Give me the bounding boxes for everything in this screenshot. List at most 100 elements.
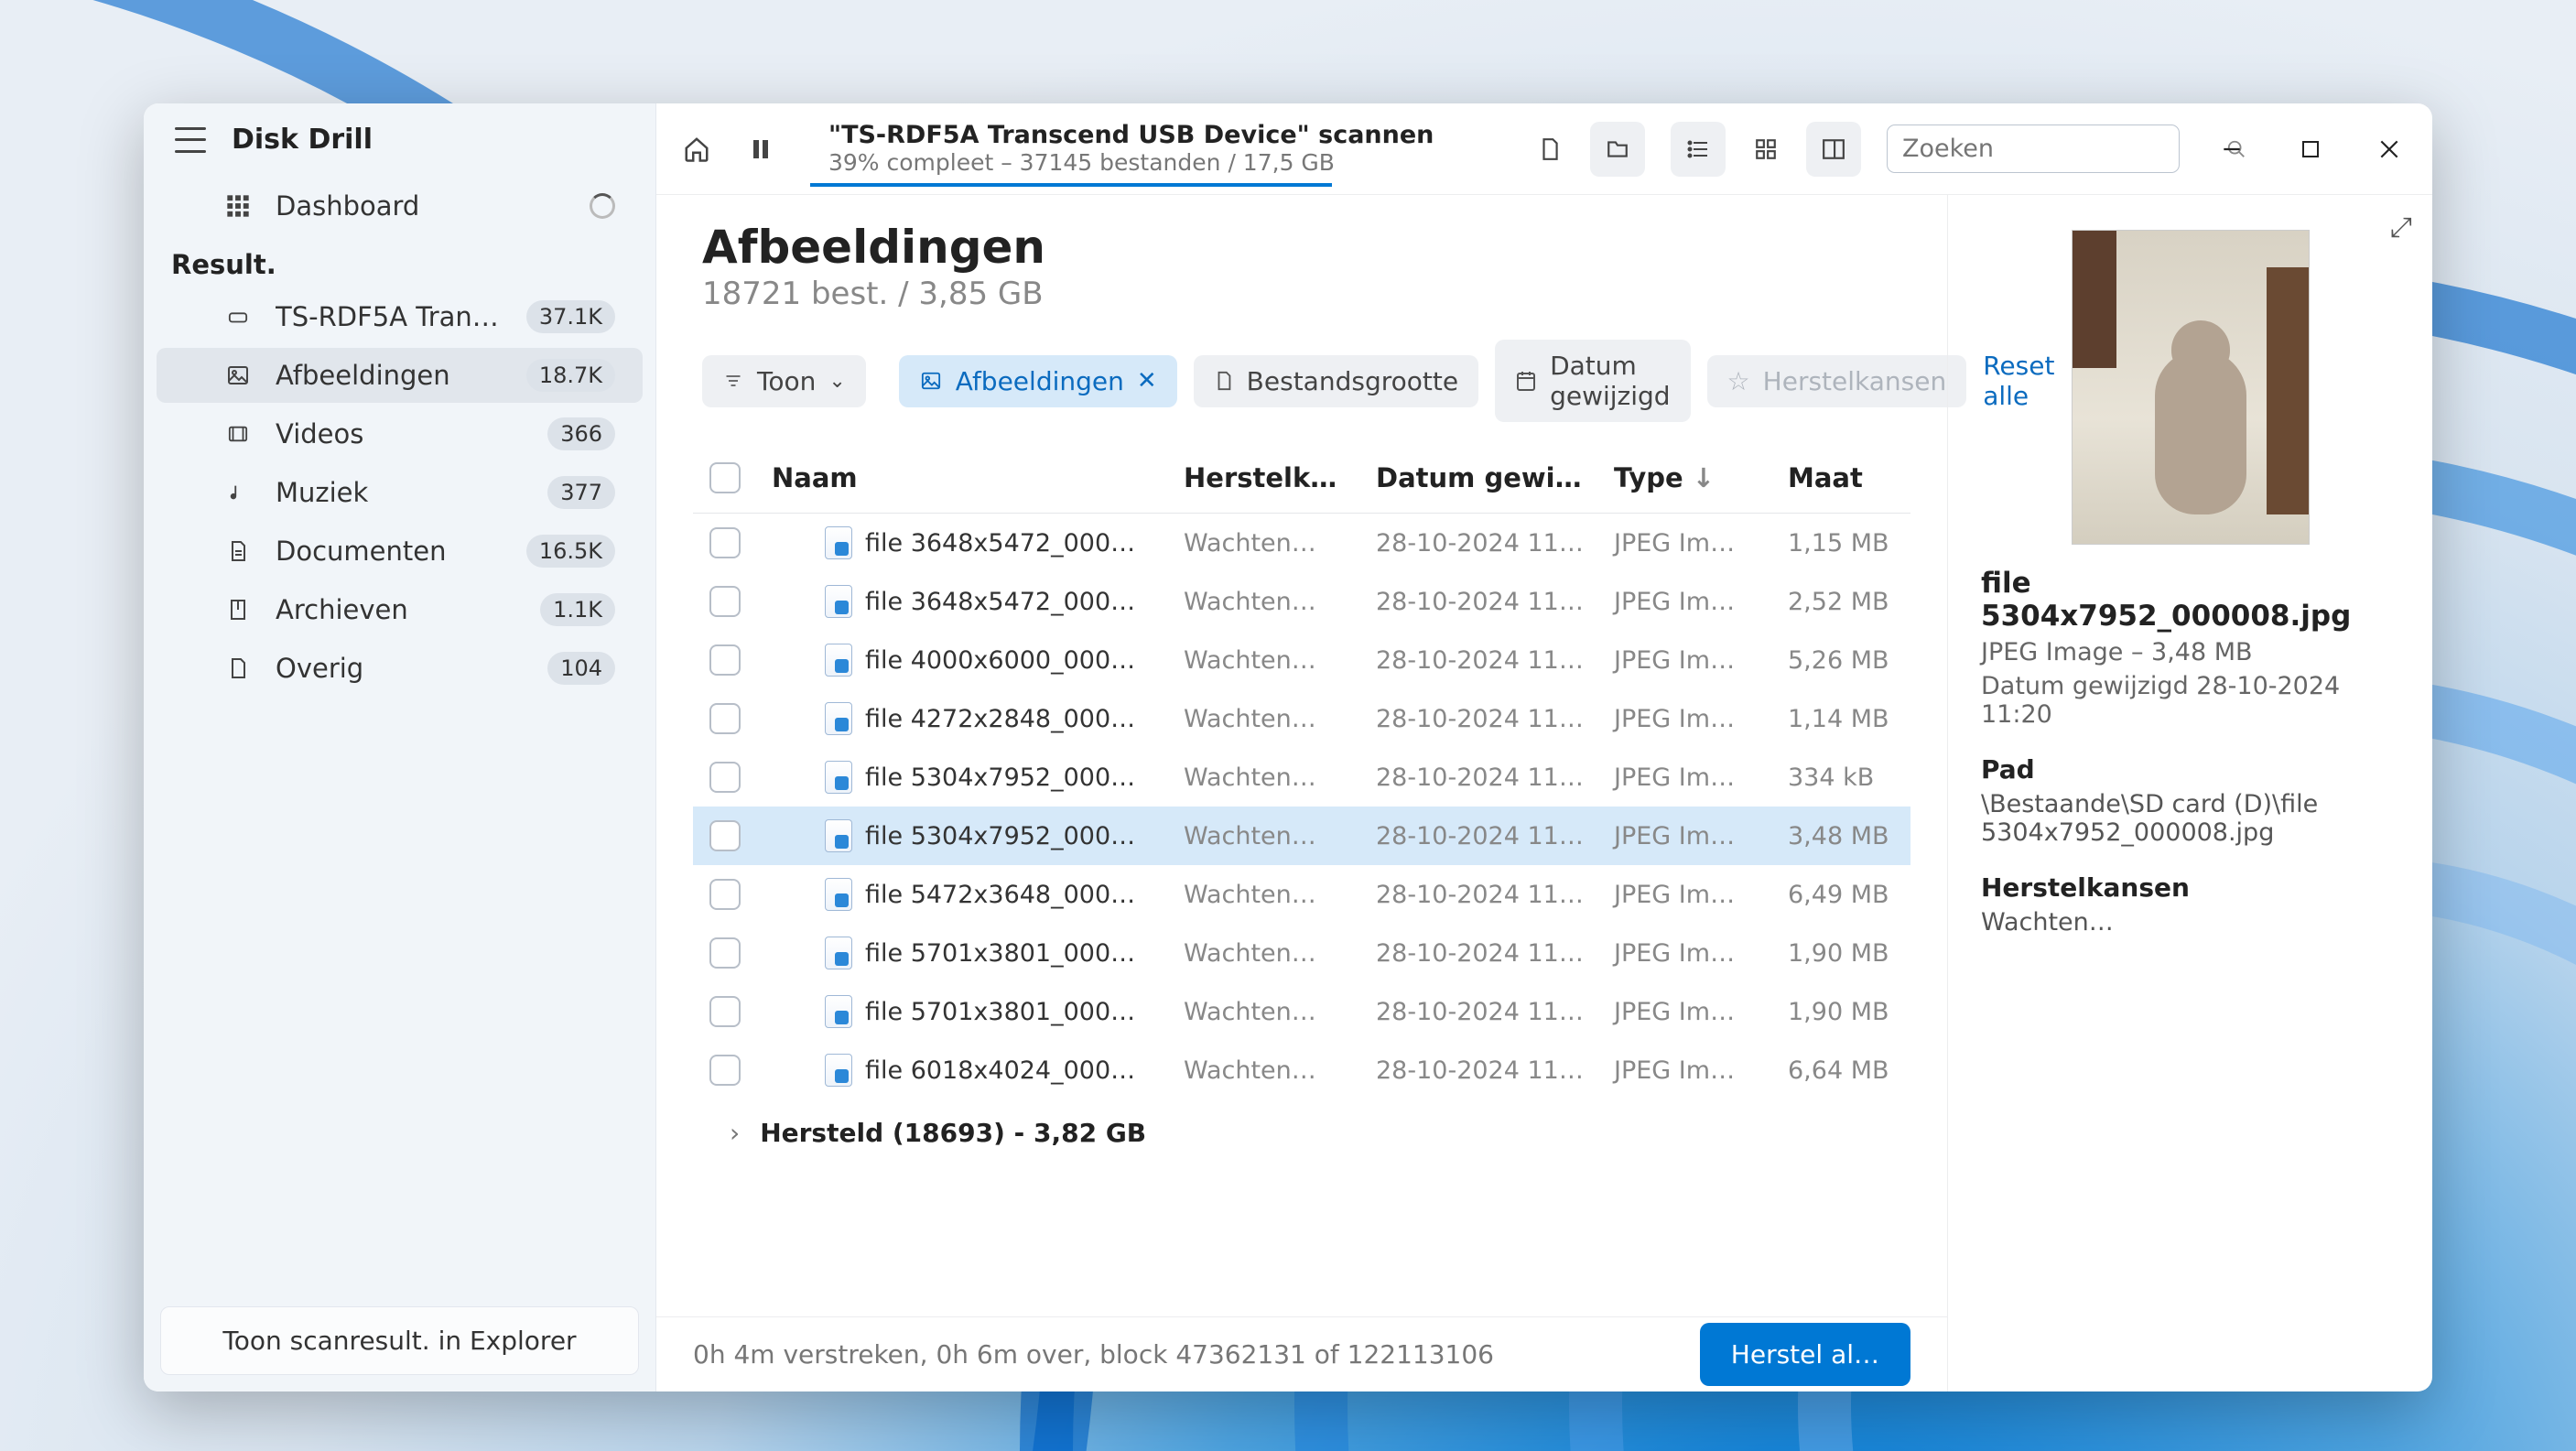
- file-name: file 6018x4024_000…: [865, 1056, 1135, 1085]
- herstelkansen-filter-button[interactable]: ☆ Herstelkansen: [1707, 355, 1967, 407]
- table-row[interactable]: file 4272x2848_000…Wachten…28-10-2024 11…: [693, 689, 1910, 748]
- table-row[interactable]: file 5304x7952_000…Wachten…28-10-2024 11…: [693, 748, 1910, 807]
- row-checkbox[interactable]: [709, 586, 741, 617]
- preview-thumbnail[interactable]: [2072, 230, 2310, 545]
- view-folder-button[interactable]: [1590, 122, 1645, 177]
- row-checkbox[interactable]: [709, 527, 741, 558]
- bestandsgrootte-filter-button[interactable]: Bestandsgrootte: [1194, 355, 1478, 407]
- row-checkbox[interactable]: [709, 703, 741, 734]
- maximize-button[interactable]: [2286, 125, 2335, 174]
- sidebar-item-video[interactable]: Videos366: [157, 406, 643, 461]
- details-path-heading: Pad: [1981, 754, 2399, 785]
- search-box[interactable]: [1887, 125, 2180, 173]
- sidebar-item-archive[interactable]: Archieven1.1K: [157, 582, 643, 637]
- scan-progress-tab[interactable]: "TS-RDF5A Transcend USB Device" scannen …: [810, 112, 1332, 187]
- column-type[interactable]: Type ↓: [1599, 462, 1773, 493]
- view-columns-button[interactable]: [1806, 122, 1861, 177]
- datum-filter-button[interactable]: Datum gewijzigd: [1495, 340, 1690, 422]
- sidebar-item-other[interactable]: Overig104: [157, 641, 643, 696]
- sidebar-dashboard[interactable]: Dashboard: [157, 179, 643, 233]
- column-naam[interactable]: Naam: [757, 462, 1169, 493]
- file-icon: [825, 761, 852, 794]
- file-name: file 5304x7952_000…: [865, 822, 1135, 850]
- drive-icon: [222, 307, 254, 327]
- row-herstel: Wachten…: [1169, 939, 1361, 968]
- details-date: Datum gewijzigd 28-10-2024 11:20: [1981, 672, 2399, 729]
- row-date: 28-10-2024 11:20: [1361, 529, 1599, 558]
- row-type: JPEG Im…: [1599, 529, 1773, 558]
- table-row[interactable]: file 5304x7952_000…Wachten…28-10-2024 11…: [693, 807, 1910, 865]
- row-size: 1,90 MB: [1773, 939, 1910, 968]
- row-checkbox[interactable]: [709, 644, 741, 676]
- table-row[interactable]: file 5472x3648_000…Wachten…28-10-2024 11…: [693, 865, 1910, 924]
- table-row[interactable]: file 5701x3801_000…Wachten…28-10-2024 11…: [693, 982, 1910, 1041]
- view-document-button[interactable]: [1522, 122, 1577, 177]
- sidebar-item-label: Muziek: [276, 477, 525, 508]
- scan-title: "TS-RDF5A Transcend USB Device" scannen: [828, 121, 1314, 149]
- row-checkbox[interactable]: [709, 937, 741, 969]
- footer: 0h 4m verstreken, 0h 6m over, block 4736…: [656, 1316, 1947, 1391]
- row-size: 5,26 MB: [1773, 646, 1910, 675]
- file-icon: [825, 702, 852, 735]
- menu-icon[interactable]: [175, 127, 206, 153]
- sidebar-dashboard-label: Dashboard: [276, 190, 615, 222]
- filter-icon: [722, 372, 744, 390]
- pause-button[interactable]: [733, 122, 788, 177]
- column-maat[interactable]: Maat: [1773, 462, 1910, 493]
- row-checkbox[interactable]: [709, 1055, 741, 1086]
- file-name: file 5304x7952_000…: [865, 763, 1135, 792]
- row-type: JPEG Im…: [1599, 763, 1773, 792]
- sidebar-item-count: 37.1K: [526, 300, 615, 333]
- row-size: 6,49 MB: [1773, 881, 1910, 909]
- sidebar-item-label: Overig: [276, 653, 525, 684]
- row-herstel: Wachten…: [1169, 763, 1361, 792]
- file-table: Naam Herstelkansen Datum gewijzi… Type ↓…: [656, 442, 1947, 1316]
- table-row[interactable]: file 5701x3801_000…Wachten…28-10-2024 11…: [693, 924, 1910, 982]
- show-in-explorer-button[interactable]: Toon scanresult. in Explorer: [160, 1306, 639, 1375]
- minimize-button[interactable]: [2207, 125, 2257, 174]
- row-checkbox[interactable]: [709, 879, 741, 910]
- row-size: 6,64 MB: [1773, 1056, 1910, 1085]
- row-herstel: Wachten…: [1169, 998, 1361, 1026]
- table-header: Naam Herstelkansen Datum gewijzi… Type ↓…: [693, 442, 1910, 514]
- file-name: file 5701x3801_000…: [865, 939, 1135, 968]
- select-all-checkbox[interactable]: [709, 462, 741, 493]
- file-name: file 5472x3648_000…: [865, 881, 1135, 909]
- view-grid-button[interactable]: [1738, 122, 1793, 177]
- sidebar-item-image[interactable]: Afbeeldingen18.7K: [157, 348, 643, 403]
- row-herstel: Wachten…: [1169, 705, 1361, 733]
- expand-icon[interactable]: ⤢: [2390, 211, 2412, 244]
- sidebar-section-label: Result.: [144, 236, 655, 286]
- table-row[interactable]: file 4000x6000_000…Wachten…28-10-2024 11…: [693, 631, 1910, 689]
- recovered-summary-row[interactable]: › Hersteld (18693) - 3,82 GB: [693, 1099, 1910, 1166]
- table-row[interactable]: file 3648x5472_000…Wachten…28-10-2024 11…: [693, 572, 1910, 631]
- toon-filter-button[interactable]: Toon ⌄: [702, 355, 866, 407]
- row-size: 1,14 MB: [1773, 705, 1910, 733]
- herstel-button[interactable]: Herstel al…: [1700, 1323, 1910, 1386]
- row-size: 334 kB: [1773, 763, 1910, 792]
- row-checkbox[interactable]: [709, 820, 741, 851]
- file-icon: [825, 644, 852, 677]
- home-button[interactable]: [669, 122, 724, 177]
- table-row[interactable]: file 3648x5472_000…Wachten…28-10-2024 11…: [693, 514, 1910, 572]
- details-filename: file 5304x7952_000008.jpg: [1981, 567, 2399, 633]
- details-path-value: \Bestaande\SD card (D)\file 5304x7952_00…: [1981, 790, 2399, 847]
- sidebar-item-music[interactable]: Muziek377: [157, 465, 643, 520]
- file-name: file 4272x2848_000…: [865, 705, 1135, 733]
- afbeeldingen-filter-chip[interactable]: Afbeeldingen ✕: [899, 355, 1177, 407]
- sidebar-item-doc[interactable]: Documenten16.5K: [157, 524, 643, 579]
- column-datum[interactable]: Datum gewijzi…: [1361, 462, 1599, 493]
- row-date: 28-10-2024 11:20: [1361, 822, 1599, 850]
- file-icon: [825, 819, 852, 852]
- table-row[interactable]: file 6018x4024_000…Wachten…28-10-2024 11…: [693, 1041, 1910, 1099]
- close-button[interactable]: [2365, 125, 2414, 174]
- search-input[interactable]: [1902, 135, 2215, 163]
- view-list-button[interactable]: [1671, 122, 1726, 177]
- close-icon[interactable]: ✕: [1137, 367, 1157, 395]
- column-herstelkansen[interactable]: Herstelkansen: [1169, 462, 1361, 493]
- row-checkbox[interactable]: [709, 996, 741, 1027]
- row-checkbox[interactable]: [709, 762, 741, 793]
- sidebar-item-label: Videos: [276, 418, 525, 449]
- row-type: JPEG Im…: [1599, 1056, 1773, 1085]
- sidebar-item-drive[interactable]: TS-RDF5A Transcend U…37.1K: [157, 289, 643, 344]
